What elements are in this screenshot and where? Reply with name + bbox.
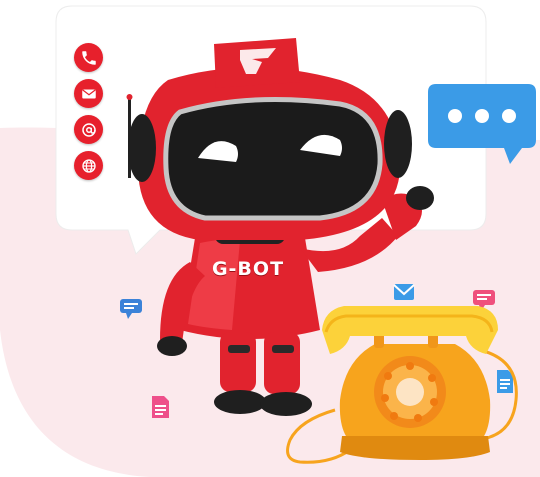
phone-button[interactable] [74, 43, 103, 72]
contact-icon-stack [74, 43, 106, 187]
small-envelope-icon [393, 284, 415, 300]
at-sign-button[interactable] [74, 115, 103, 144]
robot-chest-label: G-BOT [211, 258, 285, 280]
globe-button[interactable] [74, 151, 103, 180]
small-document-pink-icon [152, 396, 169, 418]
small-document-blue-icon [497, 370, 513, 393]
phone-icon [81, 50, 96, 65]
at-sign-icon [81, 122, 96, 137]
globe-icon [81, 158, 96, 173]
mail-button[interactable] [74, 79, 103, 108]
mail-icon [81, 88, 96, 98]
